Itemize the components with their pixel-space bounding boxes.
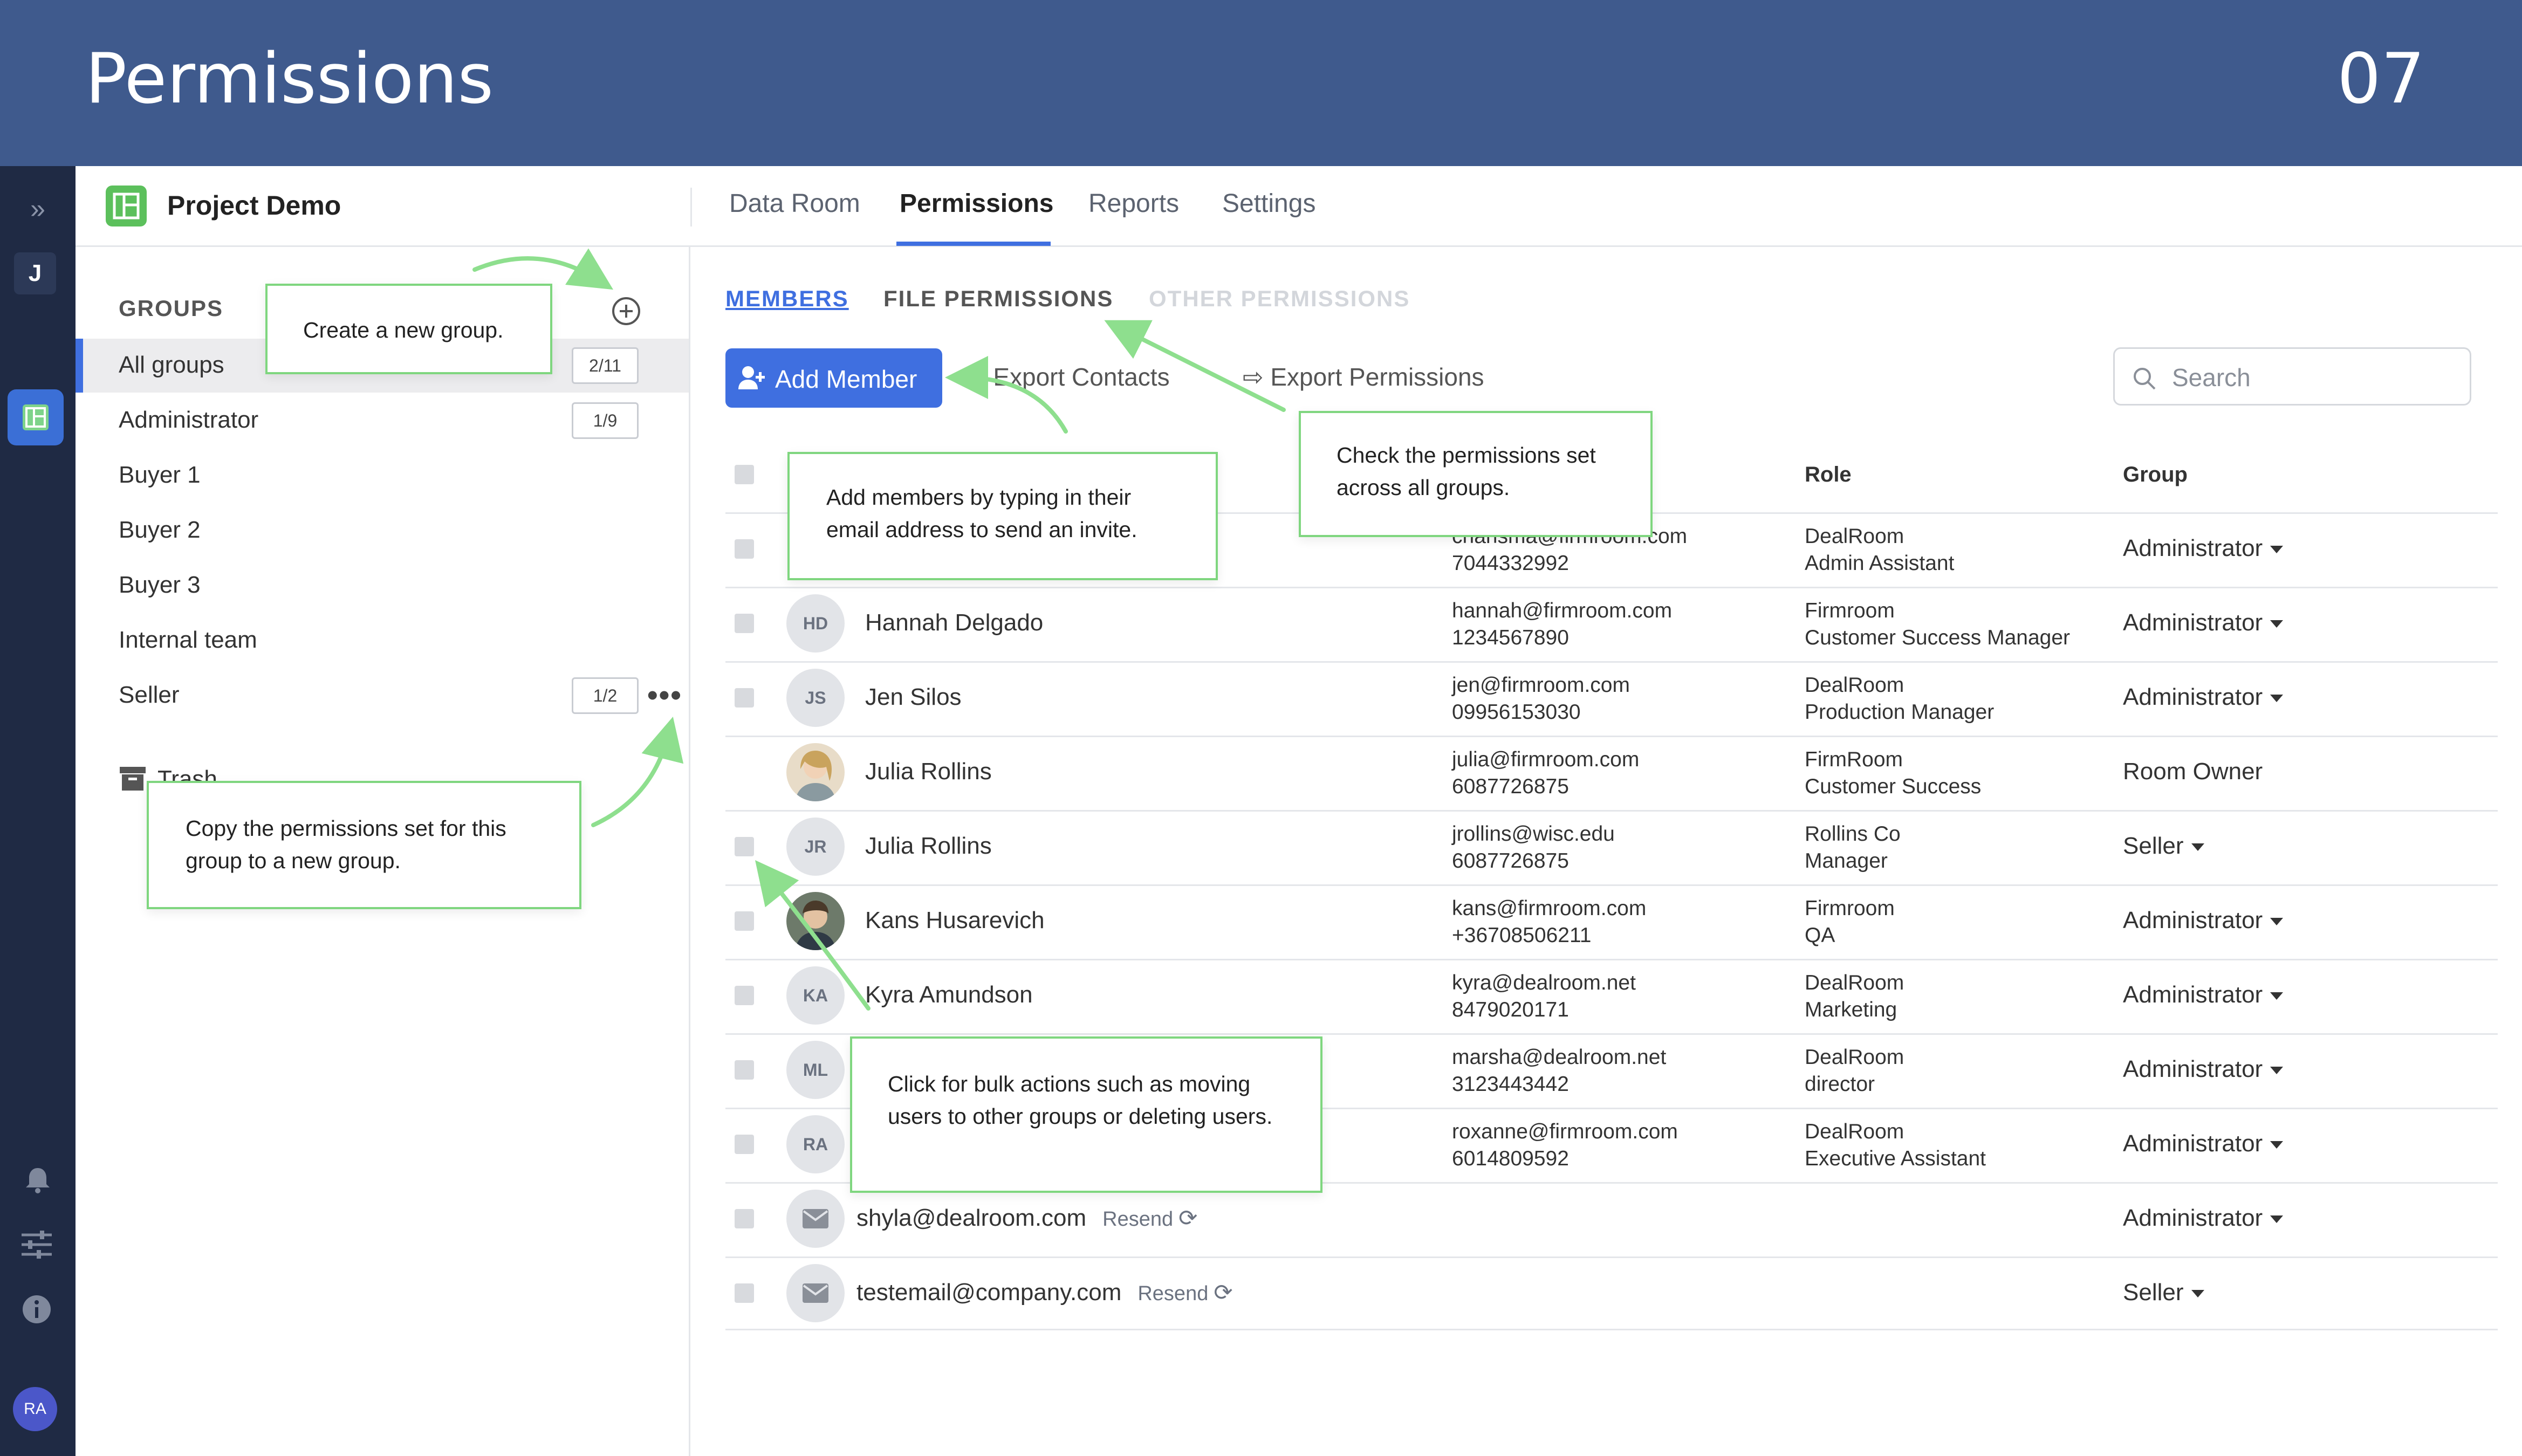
callout-arrows — [472, 248, 1286, 1011]
